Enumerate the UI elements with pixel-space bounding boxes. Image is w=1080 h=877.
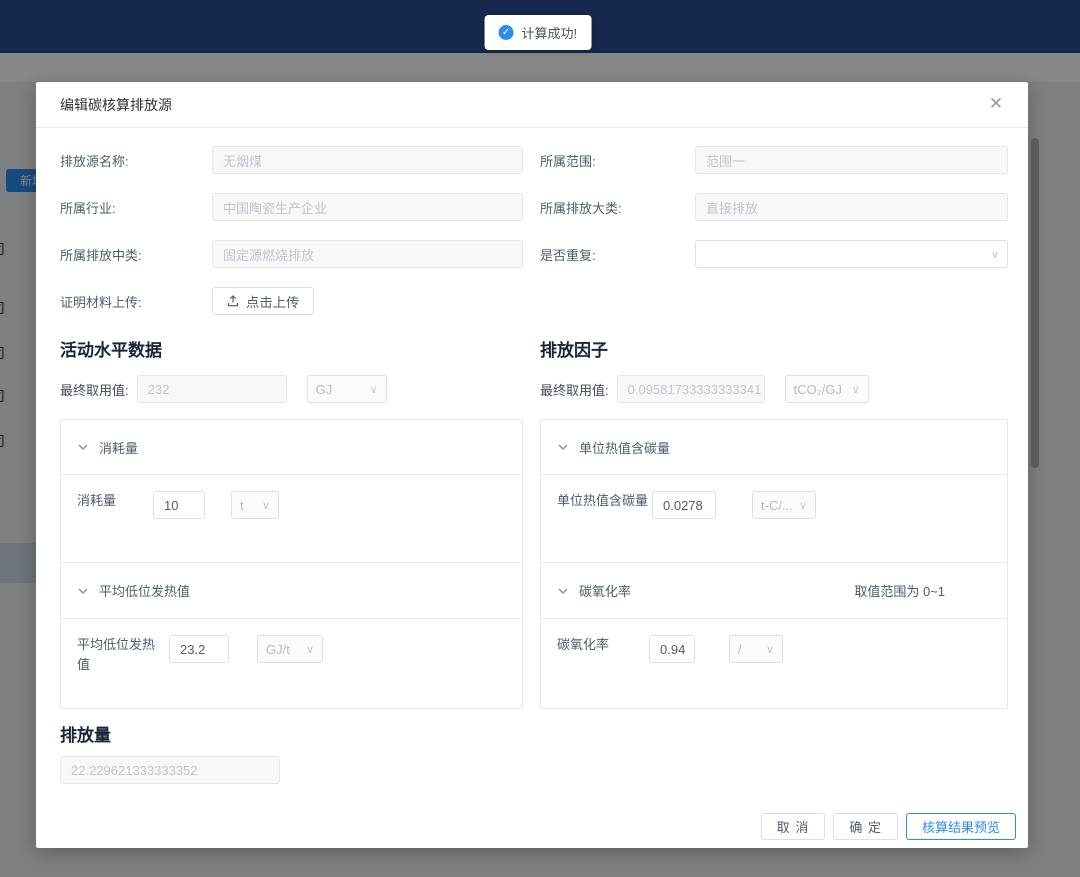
chevron-down-icon [557, 441, 569, 453]
heating-value-panel-title: 平均低位发热值 [99, 581, 190, 600]
factor-unit-select[interactable]: tCO₂/GJ ∨ [785, 375, 869, 403]
sections: 活动水平数据 最终取用值: 232 GJ ∨ [60, 336, 1008, 709]
activity-section: 活动水平数据 最终取用值: 232 GJ ∨ [60, 336, 523, 709]
consumption-unit-select[interactable]: t ∨ [231, 491, 279, 519]
toast-message: 计算成功! [522, 23, 578, 42]
heating-value-row-label: 平均低位发热值 [77, 635, 161, 675]
factor-section: 排放因子 最终取用值: 0.09581733333333341 tCO₂/GJ … [540, 336, 1008, 709]
chevron-down-icon: ∨ [262, 499, 270, 512]
industry-input: 中国陶瓷生产企业 [212, 193, 523, 221]
carbon-content-panel-header[interactable]: 单位热值含碳量 [541, 420, 1007, 474]
preview-result-button[interactable]: 核算结果预览 [906, 813, 1016, 840]
scope-label: 所属范围: [540, 151, 695, 170]
field-scope: 所属范围: 范围一 [540, 146, 1008, 174]
oxidation-rate-input[interactable]: 0.94 [649, 635, 695, 663]
upload-label: 证明材料上传: [60, 292, 212, 311]
field-source-name: 排放源名称: 无烟煤 [60, 146, 523, 174]
upload-icon [227, 295, 239, 307]
form-fields: 排放源名称: 无烟煤 所属范围: 范围一 所属行业: 中国陶瓷生产企业 所属排放… [60, 146, 1008, 334]
duplicate-select[interactable]: ∨ [695, 240, 1008, 268]
carbon-content-panel-body: 单位热值含碳量 0.0278 t-C/... ∨ [541, 474, 1007, 562]
factor-final-input: 0.09581733333333341 [617, 375, 765, 403]
carbon-content-input[interactable]: 0.0278 [652, 491, 716, 519]
consumption-row-label: 消耗量 [77, 491, 153, 511]
activity-unit-select[interactable]: GJ ∨ [307, 375, 387, 403]
edit-emission-source-dialog: 编辑碳核算排放源 ✕ 排放源名称: 无烟煤 所属范围: 范围一 所属行业: 中国… [36, 82, 1028, 848]
source-name-label: 排放源名称: [60, 151, 212, 170]
close-icon[interactable]: ✕ [986, 94, 1006, 114]
confirm-button[interactable]: 确 定 [833, 813, 898, 840]
major-category-input: 直接排放 [695, 193, 1008, 221]
oxidation-rate-hint: 取值范围为 0~1 [854, 581, 945, 600]
oxidation-rate-unit-select[interactable]: / ∨ [729, 635, 783, 663]
field-mid-category: 所属排放中类: 固定源燃烧排放 [60, 240, 523, 268]
upload-button-label: 点击上传 [246, 292, 299, 311]
check-circle-icon: ✓ [499, 25, 514, 40]
emission-value-input: 22.229621333333352 [60, 756, 280, 784]
chevron-down-icon [557, 585, 569, 597]
oxidation-rate-unit-value: / [738, 642, 742, 657]
screen: 新增 司 司 司 司 司 ✓ 计算成功! 编辑碳核算排放源 ✕ 排放源名称: 无… [0, 0, 1080, 877]
activity-final-input: 232 [137, 375, 287, 403]
carbon-content-unit-select[interactable]: t-C/... ∨ [752, 491, 816, 519]
mid-category-label: 所属排放中类: [60, 245, 212, 264]
source-name-input: 无烟煤 [212, 146, 523, 174]
consumption-input[interactable]: 10 [153, 491, 205, 519]
oxidation-rate-panel-title: 碳氧化率 [579, 581, 631, 600]
factor-final-label: 最终取用值: [540, 380, 609, 399]
field-upload: 证明材料上传: 点击上传 [60, 287, 523, 315]
dialog-header: 编辑碳核算排放源 ✕ [36, 82, 1028, 128]
major-category-label: 所属排放大类: [540, 198, 695, 217]
duplicate-label: 是否重复: [540, 245, 695, 264]
upload-button[interactable]: 点击上传 [212, 287, 314, 315]
carbon-content-unit-value: t-C/... [761, 498, 793, 513]
field-industry: 所属行业: 中国陶瓷生产企业 [60, 193, 523, 221]
field-duplicate: 是否重复: ∨ [540, 240, 1008, 268]
consumption-panel-body: 消耗量 10 t ∨ [61, 474, 522, 562]
consumption-unit-value: t [240, 498, 244, 513]
industry-label: 所属行业: [60, 198, 212, 217]
chevron-down-icon: ∨ [799, 499, 807, 512]
chevron-down-icon: ∨ [766, 643, 774, 656]
chevron-down-icon: ∨ [370, 383, 378, 396]
chevron-down-icon [77, 441, 89, 453]
factor-title: 排放因子 [540, 336, 1008, 361]
consumption-panel-header[interactable]: 消耗量 [61, 420, 522, 474]
activity-final-label: 最终取用值: [60, 380, 129, 399]
activity-unit-value: GJ [316, 382, 333, 397]
cancel-button[interactable]: 取 消 [761, 813, 826, 840]
oxidation-rate-panel-body: 碳氧化率 0.94 / ∨ [541, 618, 1007, 708]
chevron-down-icon: ∨ [852, 383, 860, 396]
heating-value-unit-value: GJ/t [266, 642, 290, 657]
dialog-body: 排放源名称: 无烟煤 所属范围: 范围一 所属行业: 中国陶瓷生产企业 所属排放… [36, 128, 1028, 784]
activity-title: 活动水平数据 [60, 336, 523, 361]
heating-value-unit-select[interactable]: GJ/t ∨ [257, 635, 323, 663]
consumption-panel-title: 消耗量 [99, 438, 138, 457]
carbon-content-row-label: 单位热值含碳量 [557, 491, 652, 511]
activity-collapse: 消耗量 消耗量 10 t ∨ [60, 419, 523, 709]
dialog-footer: 取 消 确 定 核算结果预览 [761, 813, 1016, 840]
carbon-content-panel-title: 单位热值含碳量 [579, 438, 670, 457]
factor-unit-value: tCO₂/GJ [794, 382, 842, 397]
emission-title: 排放量 [60, 721, 1008, 746]
heating-value-input[interactable]: 23.2 [169, 635, 229, 663]
heating-value-panel-header[interactable]: 平均低位发热值 [61, 562, 522, 618]
mid-category-input: 固定源燃烧排放 [212, 240, 523, 268]
field-major-category: 所属排放大类: 直接排放 [540, 193, 1008, 221]
factor-collapse: 单位热值含碳量 单位热值含碳量 0.0278 t-C/... ∨ [540, 419, 1008, 709]
oxidation-rate-row-label: 碳氧化率 [557, 635, 641, 655]
heating-value-panel-body: 平均低位发热值 23.2 GJ/t ∨ [61, 618, 522, 708]
chevron-down-icon: ∨ [991, 248, 999, 261]
oxidation-rate-panel-header[interactable]: 碳氧化率 取值范围为 0~1 [541, 562, 1007, 618]
toast-success: ✓ 计算成功! [485, 15, 592, 50]
chevron-down-icon [77, 585, 89, 597]
dialog-title: 编辑碳核算排放源 [60, 95, 172, 115]
factor-final-row: 最终取用值: 0.09581733333333341 tCO₂/GJ ∨ [540, 375, 1008, 403]
scope-input: 范围一 [695, 146, 1008, 174]
chevron-down-icon: ∨ [306, 643, 314, 656]
activity-final-row: 最终取用值: 232 GJ ∨ [60, 375, 523, 403]
